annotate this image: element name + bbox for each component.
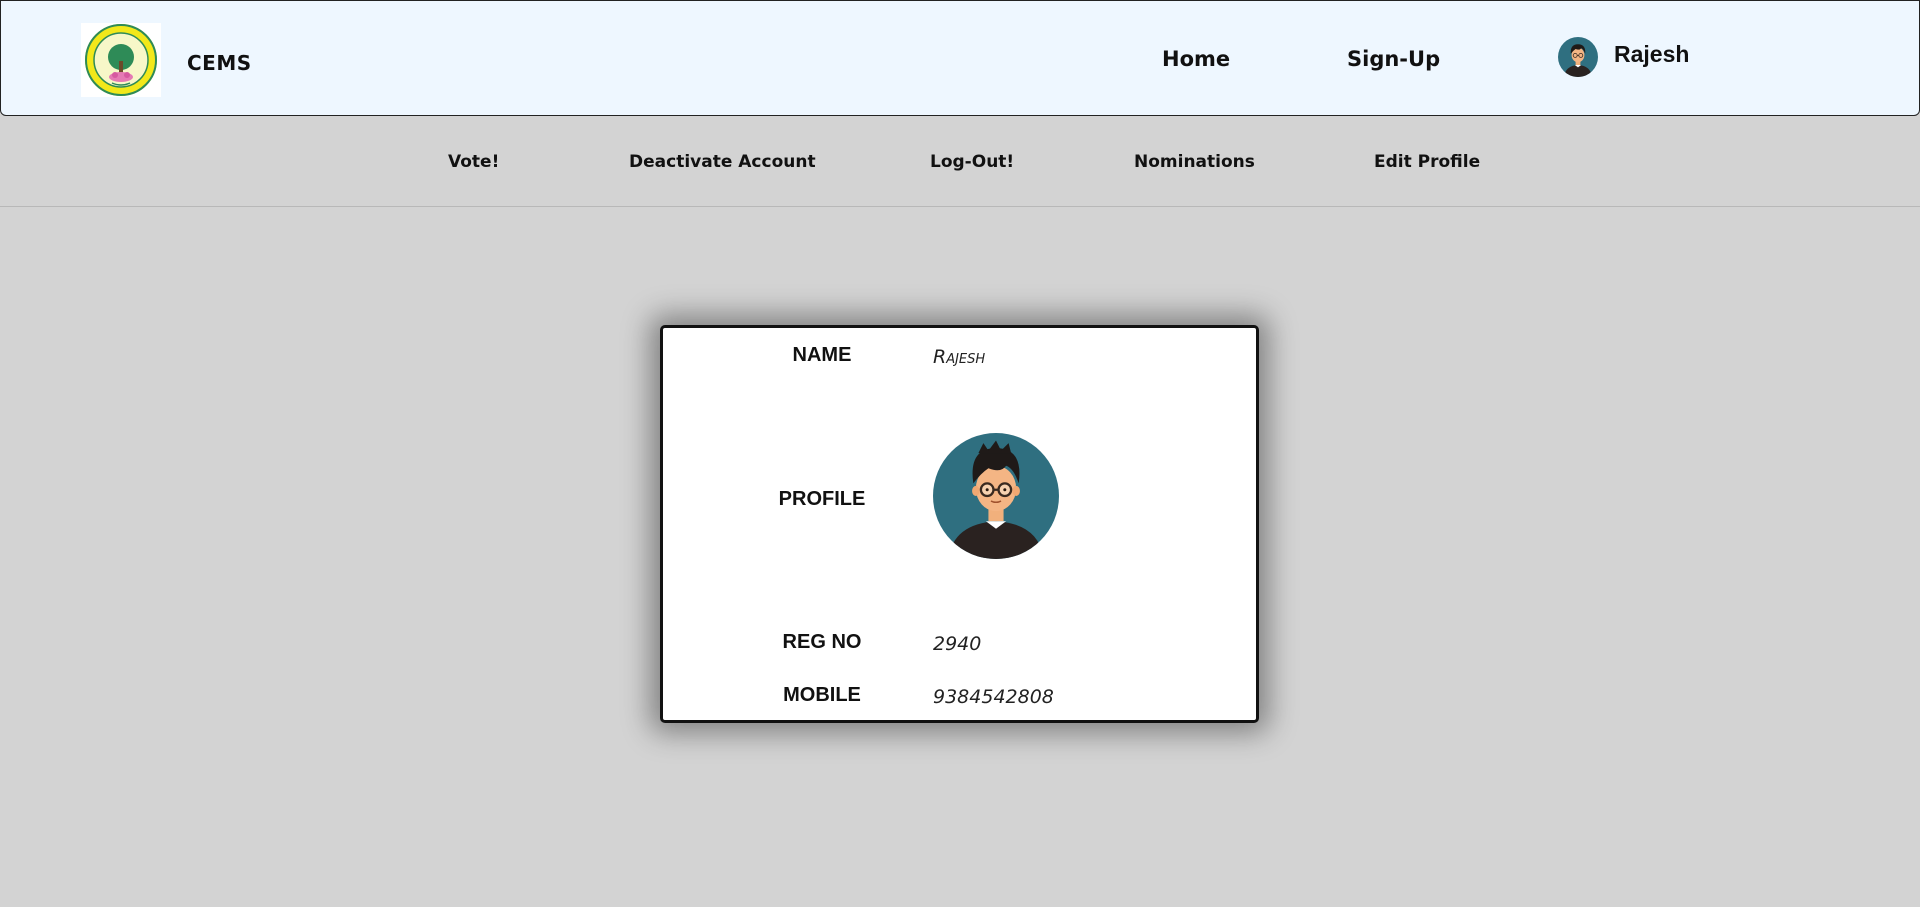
name-label: NAME [792,344,852,366]
mobile-label: MOBILE [783,684,861,706]
profile-card: NAME Rajesh PROFILE REG NO 2940 MOBILE 9… [660,325,1259,723]
edit-profile-link[interactable]: Edit Profile [1374,152,1480,172]
logo[interactable] [81,23,161,97]
user-name: Rajesh [1614,40,1690,67]
reg-no-label: REG NO [782,631,862,653]
logout-link[interactable]: Log-Out! [930,152,1014,172]
user-menu[interactable]: Rajesh [1558,37,1689,77]
profile-avatar-image [933,433,1059,559]
brand-title: CEMS [187,51,252,75]
secondary-nav: Vote! Deactivate Account Log-Out! Nomina… [0,116,1920,207]
user-avatar-icon [1558,37,1598,77]
nav-signup-link[interactable]: Sign-Up [1347,47,1440,71]
nominations-link[interactable]: Nominations [1134,152,1255,172]
university-seal-icon [85,24,157,96]
mobile-value: 9384542808 [933,686,1054,708]
vote-link[interactable]: Vote! [448,152,499,172]
top-header: CEMS Home Sign-Up Rajesh [0,0,1920,116]
reg-no-value: 2940 [933,633,982,655]
profile-label: PROFILE [778,488,866,510]
deactivate-account-link[interactable]: Deactivate Account [629,152,816,172]
nav-home-link[interactable]: Home [1162,47,1230,71]
name-value: Rajesh [933,346,986,368]
